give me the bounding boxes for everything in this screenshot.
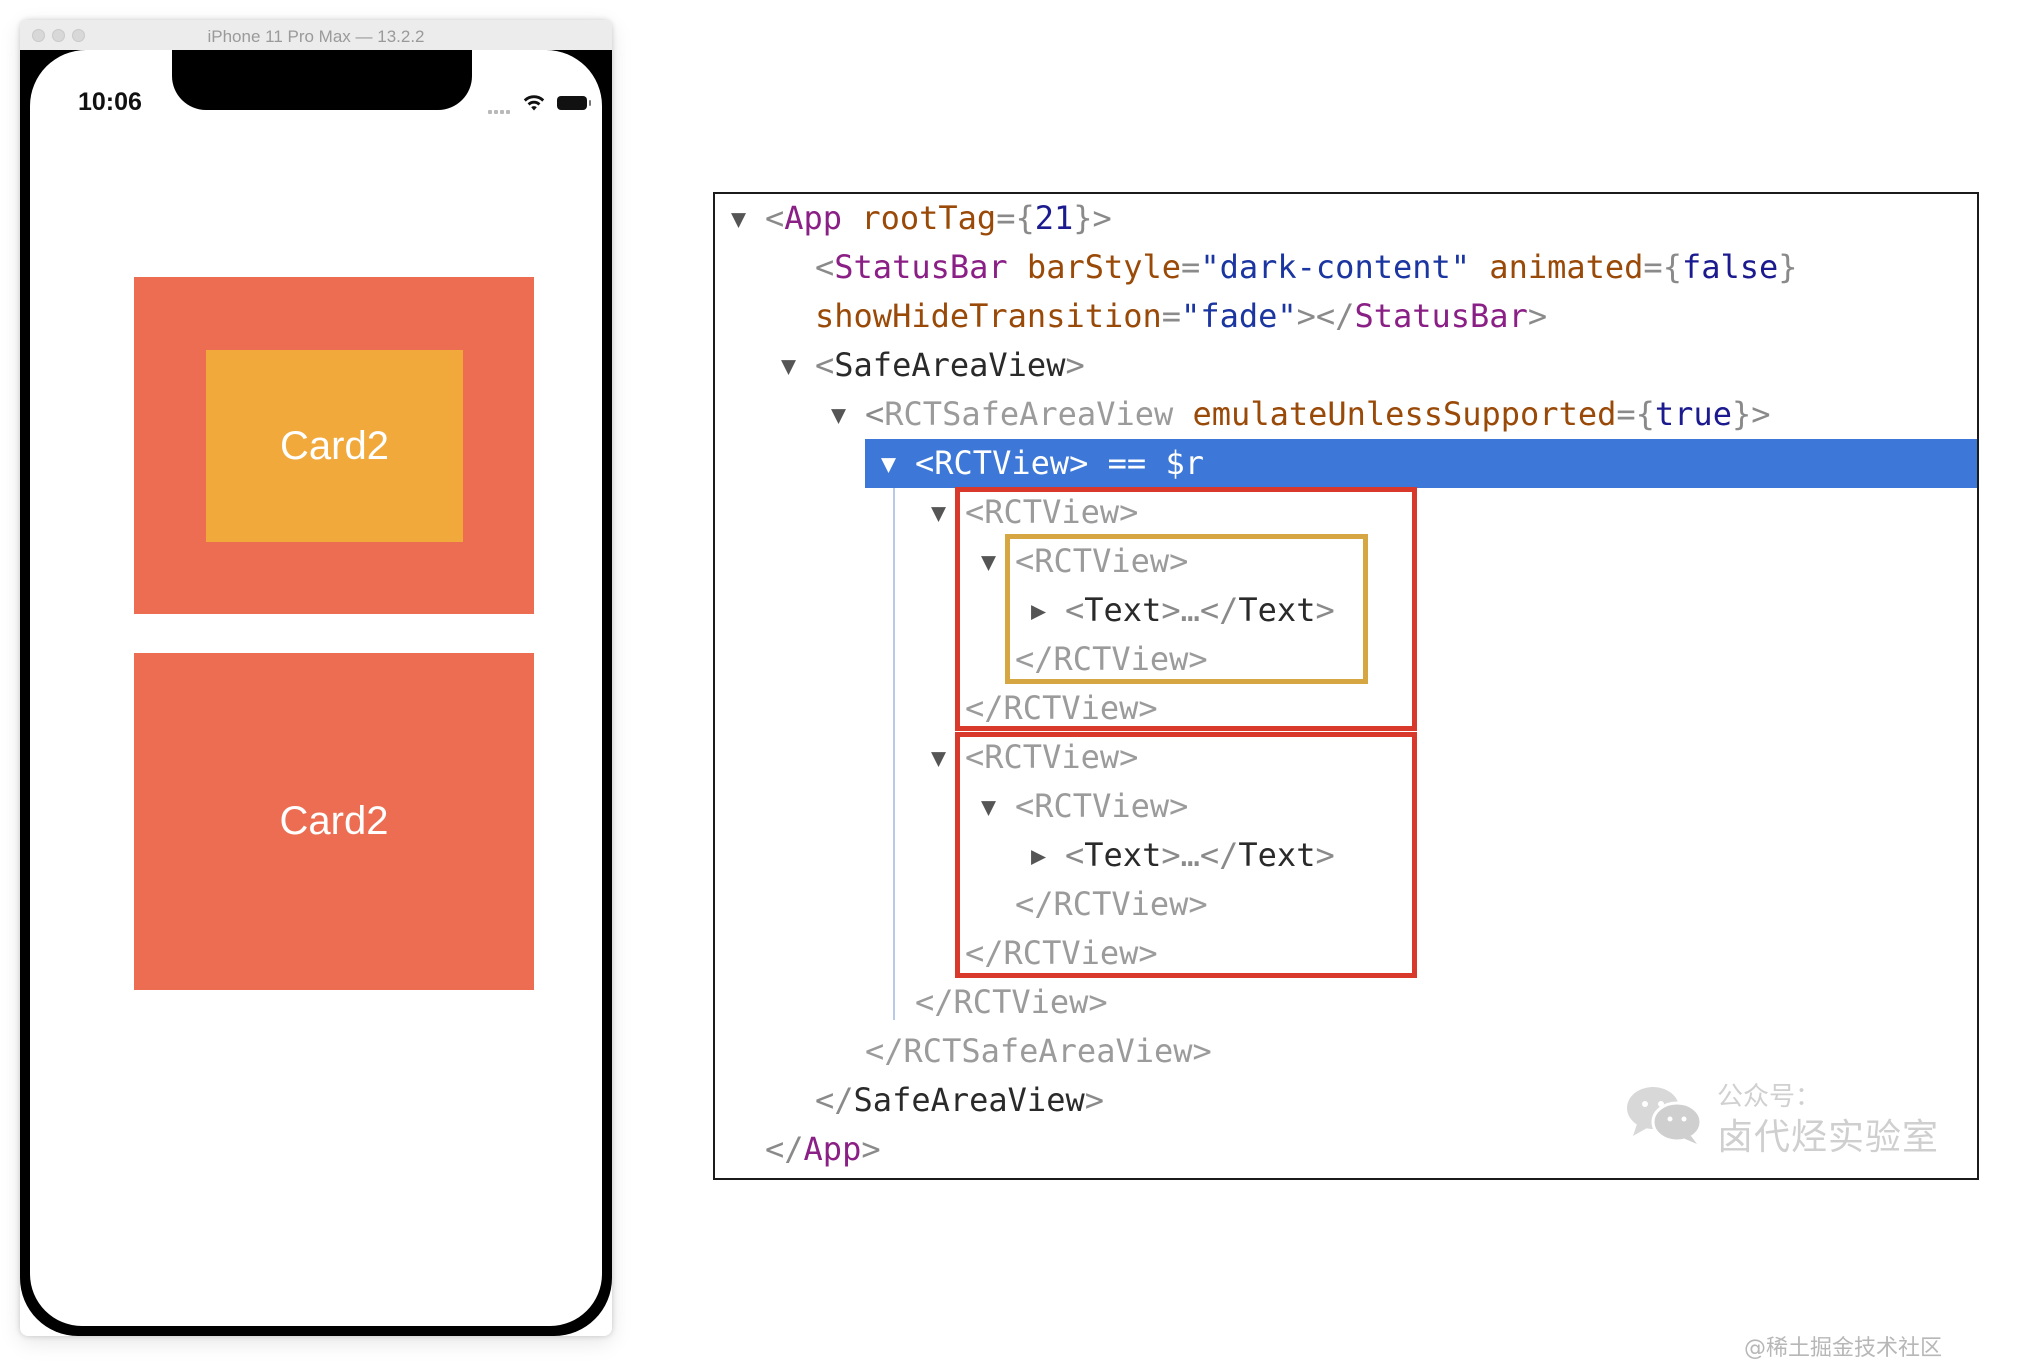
- tree-row-rctview-selected[interactable]: ▼ <RCTView> == $r: [865, 439, 1977, 488]
- wifi-icon: [523, 95, 545, 111]
- iphone-screen: 10:06 Card2 Card2: [30, 50, 602, 1326]
- expand-toggle-icon[interactable]: ▼: [931, 733, 946, 782]
- wechat-icon: [1627, 1087, 1703, 1144]
- simulator-titlebar: iPhone 11 Pro Max — 13.2.2: [20, 20, 612, 51]
- tree-row-app[interactable]: ▼ <App rootTag={21}>: [715, 194, 1977, 243]
- expand-toggle-icon[interactable]: ▼: [881, 439, 896, 488]
- tree-row-text: showHideTransition="fade"></StatusBar>: [815, 297, 1548, 335]
- tree-row-text: <StatusBar barStyle="dark-content" anima…: [815, 248, 1798, 286]
- tree-row-safeareaview[interactable]: ▼ <SafeAreaView>: [715, 341, 1977, 390]
- tree-row-text: </RCTView>: [915, 983, 1108, 1021]
- expand-toggle-icon[interactable]: ▼: [831, 390, 846, 439]
- watermark-text: @稀土掘金技术社区: [1744, 1336, 1943, 1361]
- tree-row-closing[interactable]: </RCTSafeAreaView>: [715, 1027, 1977, 1076]
- tree-row-text: <RCTView> == $r: [915, 444, 1204, 482]
- expand-toggle-icon[interactable]: ▼: [731, 194, 746, 243]
- card-outer-1: Card2: [134, 277, 534, 614]
- card-inner-1: Card2: [206, 350, 463, 542]
- card1-label: Card2: [280, 423, 389, 468]
- wechat-overlay: 公众号： 卤代烃实验室: [1625, 1076, 1977, 1158]
- iphone-frame: 10:06 Card2 Card2: [20, 50, 612, 1336]
- simulator-window: iPhone 11 Pro Max — 13.2.2 10:06 Card2 C…: [20, 20, 612, 1336]
- card2-label: Card2: [279, 799, 389, 843]
- tree-row-text: <RCTSafeAreaView emulateUnlessSupported=…: [865, 395, 1771, 433]
- tree-row-text: </SafeAreaView>: [815, 1081, 1104, 1119]
- card-outer-2: Card2: [134, 653, 534, 990]
- notch: [172, 50, 472, 110]
- tree-row-closing[interactable]: </RCTView>: [715, 978, 1977, 1027]
- expand-toggle-icon[interactable]: ▼: [781, 341, 796, 390]
- status-time: 10:06: [78, 88, 142, 116]
- battery-icon: [557, 96, 591, 110]
- tree-row-statusbar-cont[interactable]: showHideTransition="fade"></StatusBar>: [715, 292, 1977, 341]
- highlight-box-gold: [1005, 534, 1368, 684]
- highlight-box-red-2: [955, 732, 1417, 978]
- cellular-signal-icon: [488, 106, 514, 114]
- tree-row-rctsafeareaview[interactable]: ▼ <RCTSafeAreaView emulateUnlessSupporte…: [715, 390, 1977, 439]
- wechat-account-name: 卤代烃实验室: [1717, 1117, 1940, 1158]
- tree-row-text: <SafeAreaView>: [815, 346, 1085, 384]
- component-tree-panel: ▼ <App rootTag={21}> <StatusBar barStyle…: [713, 192, 1979, 1180]
- tree-row-text: </App>: [765, 1130, 881, 1168]
- simulator-title: iPhone 11 Pro Max — 13.2.2: [207, 27, 425, 46]
- expand-toggle-icon[interactable]: ▼: [931, 488, 946, 537]
- tree-row-statusbar[interactable]: <StatusBar barStyle="dark-content" anima…: [715, 243, 1977, 292]
- tree-row-text: <App rootTag={21}>: [765, 199, 1112, 237]
- tree-row-text: </RCTSafeAreaView>: [865, 1032, 1212, 1070]
